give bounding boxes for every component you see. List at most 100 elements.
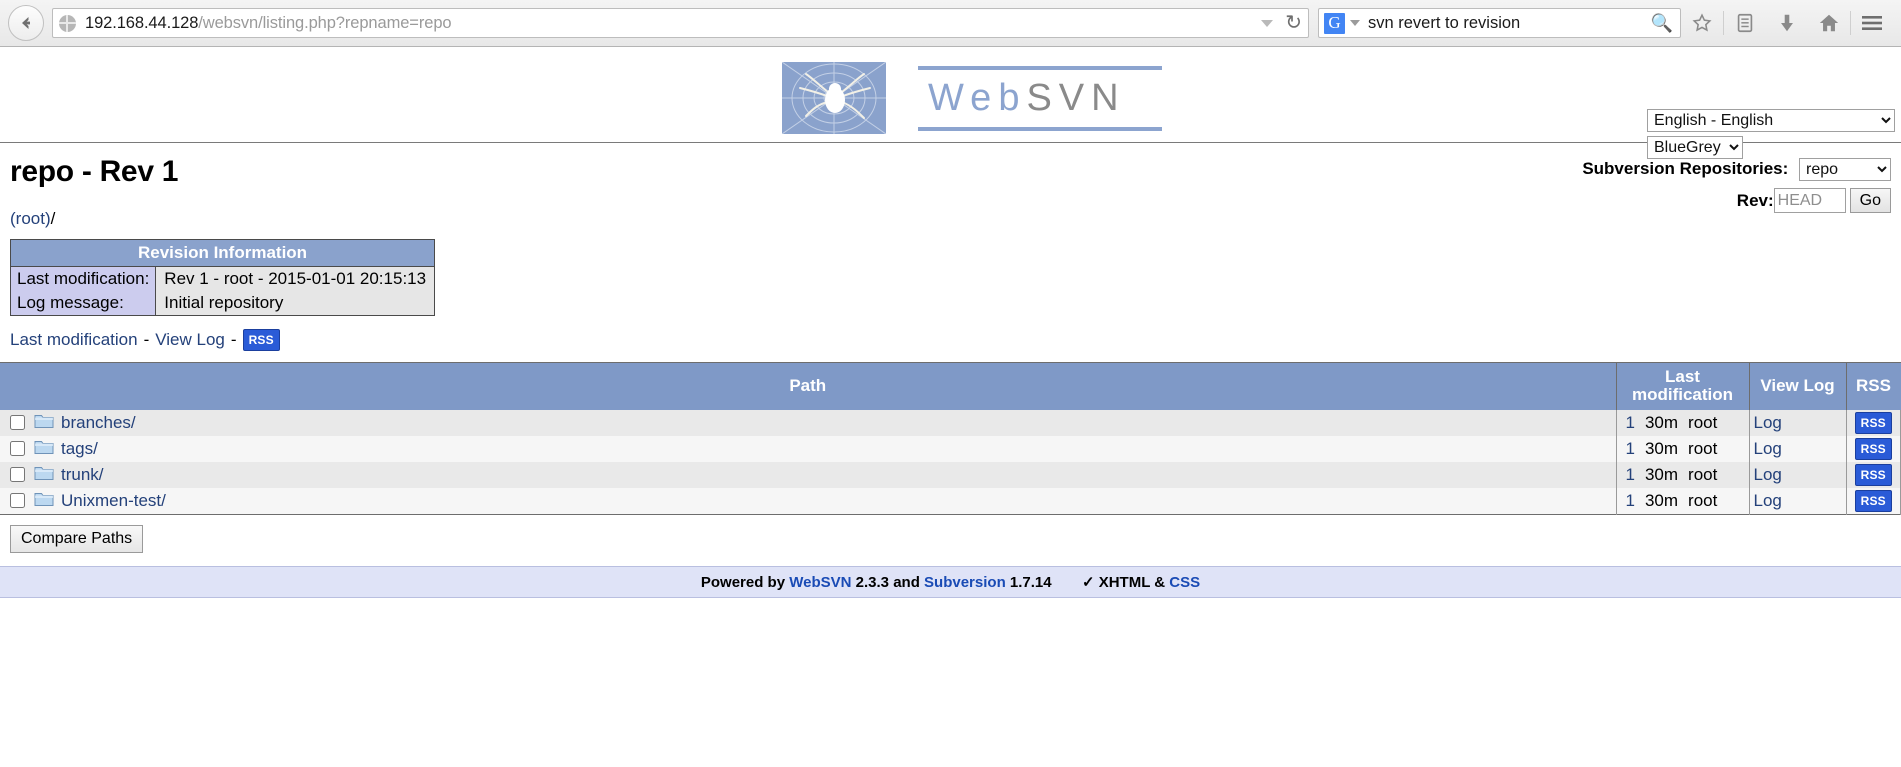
ampersand: &: [1154, 573, 1166, 591]
path-link[interactable]: Unixmen-test/: [61, 491, 166, 511]
author-text: root: [1688, 464, 1718, 484]
css-validation-link[interactable]: CSS: [1169, 574, 1200, 591]
language-select[interactable]: English - English: [1647, 109, 1895, 132]
browser-toolbar: 192.168.44.128/websvn/listing.php?repnam…: [0, 0, 1901, 47]
path-link[interactable]: tags/: [61, 439, 98, 459]
table-row: Unixmen-test/ 1 30m root Log RSS: [0, 487, 1901, 515]
websvn-version: 2.3.3: [855, 573, 890, 591]
rss-cell: RSS: [1846, 409, 1901, 436]
table-row: Last modification: Rev 1 - root - 2015-0…: [10, 266, 435, 291]
folder-icon: [34, 490, 54, 512]
page-header: repo - Rev 1 Subversion Repositories: re…: [0, 143, 1901, 213]
back-button[interactable]: [8, 5, 44, 41]
folder-icon: [34, 438, 54, 460]
breadcrumb-root-link[interactable]: (root): [10, 209, 51, 228]
wordmark-text: WebSVN: [918, 70, 1162, 127]
last-modification-cell: 1 30m root: [1616, 409, 1750, 436]
reading-list-icon[interactable]: [1724, 6, 1766, 40]
last-modification-value: Rev 1 - root - 2015-01-01 20:15:13: [155, 266, 435, 291]
path-link[interactable]: trunk/: [61, 465, 104, 485]
log-message-label: Log message:: [10, 291, 157, 316]
rss-cell: RSS: [1846, 461, 1901, 488]
revision-info-header-row: Revision Information: [10, 239, 435, 267]
log-message-value: Initial repository: [155, 291, 435, 316]
address-bar-actions: ↻: [1251, 13, 1302, 33]
last-modification-link[interactable]: Last modification: [10, 330, 138, 350]
last-modification-label: Last modification:: [10, 266, 157, 291]
chevron-down-icon[interactable]: [1261, 19, 1274, 27]
revision-info-caption: Revision Information: [10, 239, 435, 267]
log-link[interactable]: Log: [1754, 413, 1782, 432]
revision-link[interactable]: 1: [1626, 491, 1635, 511]
rss-badge[interactable]: RSS: [1854, 411, 1892, 434]
view-log-cell: Log: [1749, 487, 1847, 515]
row-checkbox[interactable]: [10, 415, 25, 431]
row-checkbox[interactable]: [10, 467, 25, 483]
repository-select[interactable]: repo: [1799, 158, 1891, 181]
view-log-cell: Log: [1749, 461, 1847, 488]
column-header-path: Path: [0, 362, 1617, 410]
rss-cell: RSS: [1846, 487, 1901, 515]
last-modification-cell: 1 30m root: [1616, 487, 1750, 515]
magnifier-icon[interactable]: 🔍: [1651, 13, 1675, 34]
column-header-view-log: View Log: [1749, 362, 1847, 410]
address-bar-text: 192.168.44.128/websvn/listing.php?repnam…: [85, 14, 451, 33]
rss-badge[interactable]: RSS: [242, 329, 280, 351]
and-text: and: [893, 573, 920, 591]
search-input-value[interactable]: svn revert to revision: [1368, 14, 1520, 33]
listing-header-row: Path Last modification View Log RSS: [0, 362, 1901, 410]
revision-link[interactable]: 1: [1626, 413, 1635, 433]
view-log-link[interactable]: View Log: [155, 330, 225, 350]
revision-link[interactable]: 1: [1626, 465, 1635, 485]
path-cell: branches/: [0, 409, 1617, 436]
websvn-logo[interactable]: WebSVN: [782, 62, 1162, 134]
log-link[interactable]: Log: [1754, 465, 1782, 484]
log-link[interactable]: Log: [1754, 491, 1782, 510]
age-text: 30m: [1644, 438, 1679, 458]
revision-information-table: Revision Information Last modification: …: [10, 239, 436, 316]
downloads-icon[interactable]: [1766, 6, 1808, 40]
chevron-down-icon[interactable]: [1350, 20, 1360, 26]
table-row: trunk/ 1 30m root Log RSS: [0, 461, 1901, 488]
xhtml-validation-link[interactable]: ✓ XHTML: [1082, 574, 1150, 591]
google-icon: G: [1324, 12, 1345, 34]
path-cell: trunk/: [0, 461, 1617, 488]
reload-icon[interactable]: ↻: [1285, 13, 1302, 33]
menu-hamburger-icon[interactable]: [1851, 6, 1893, 40]
rss-badge[interactable]: RSS: [1854, 437, 1892, 460]
age-text: 30m: [1644, 412, 1679, 432]
revision-link[interactable]: 1: [1626, 439, 1635, 459]
path-listing-table: Path Last modification View Log RSS bran…: [0, 362, 1901, 515]
subversion-link[interactable]: Subversion: [924, 574, 1006, 591]
powered-by-text: Powered by: [700, 573, 786, 591]
quick-links: Last modification - View Log - RSS: [0, 316, 1901, 362]
url-host: 192.168.44.128: [85, 13, 199, 32]
rss-badge[interactable]: RSS: [1854, 489, 1892, 512]
breadcrumb-separator: /: [50, 209, 56, 228]
websvn-wordmark: WebSVN: [918, 65, 1162, 131]
path-link[interactable]: branches/: [61, 413, 136, 433]
search-bar[interactable]: G svn revert to revision 🔍: [1318, 8, 1681, 38]
websvn-link[interactable]: WebSVN: [789, 574, 851, 591]
row-checkbox[interactable]: [10, 493, 25, 509]
rev-input[interactable]: [1773, 188, 1846, 213]
path-cell: tags/: [0, 435, 1617, 462]
link-separator: -: [143, 330, 150, 349]
rss-cell: RSS: [1846, 435, 1901, 462]
age-text: 30m: [1644, 490, 1679, 510]
last-modification-cell: 1 30m root: [1616, 435, 1750, 462]
home-icon[interactable]: [1808, 6, 1850, 40]
last-modification-cell: 1 30m root: [1616, 461, 1750, 488]
go-button[interactable]: Go: [1849, 188, 1891, 213]
table-row: tags/ 1 30m root Log RSS: [0, 435, 1901, 462]
branding-row: WebSVN English - English BlueGrey: [0, 47, 1901, 159]
log-link[interactable]: Log: [1754, 439, 1782, 458]
compare-paths-button[interactable]: Compare Paths: [10, 524, 144, 553]
rss-badge[interactable]: RSS: [1854, 463, 1892, 486]
row-checkbox[interactable]: [10, 441, 25, 457]
path-cell: Unixmen-test/: [0, 487, 1617, 515]
url-path: /websvn/listing.php?repname=repo: [198, 13, 452, 32]
folder-icon: [34, 464, 54, 486]
address-bar[interactable]: 192.168.44.128/websvn/listing.php?repnam…: [52, 8, 1309, 38]
bookmark-star-icon[interactable]: [1681, 6, 1723, 40]
